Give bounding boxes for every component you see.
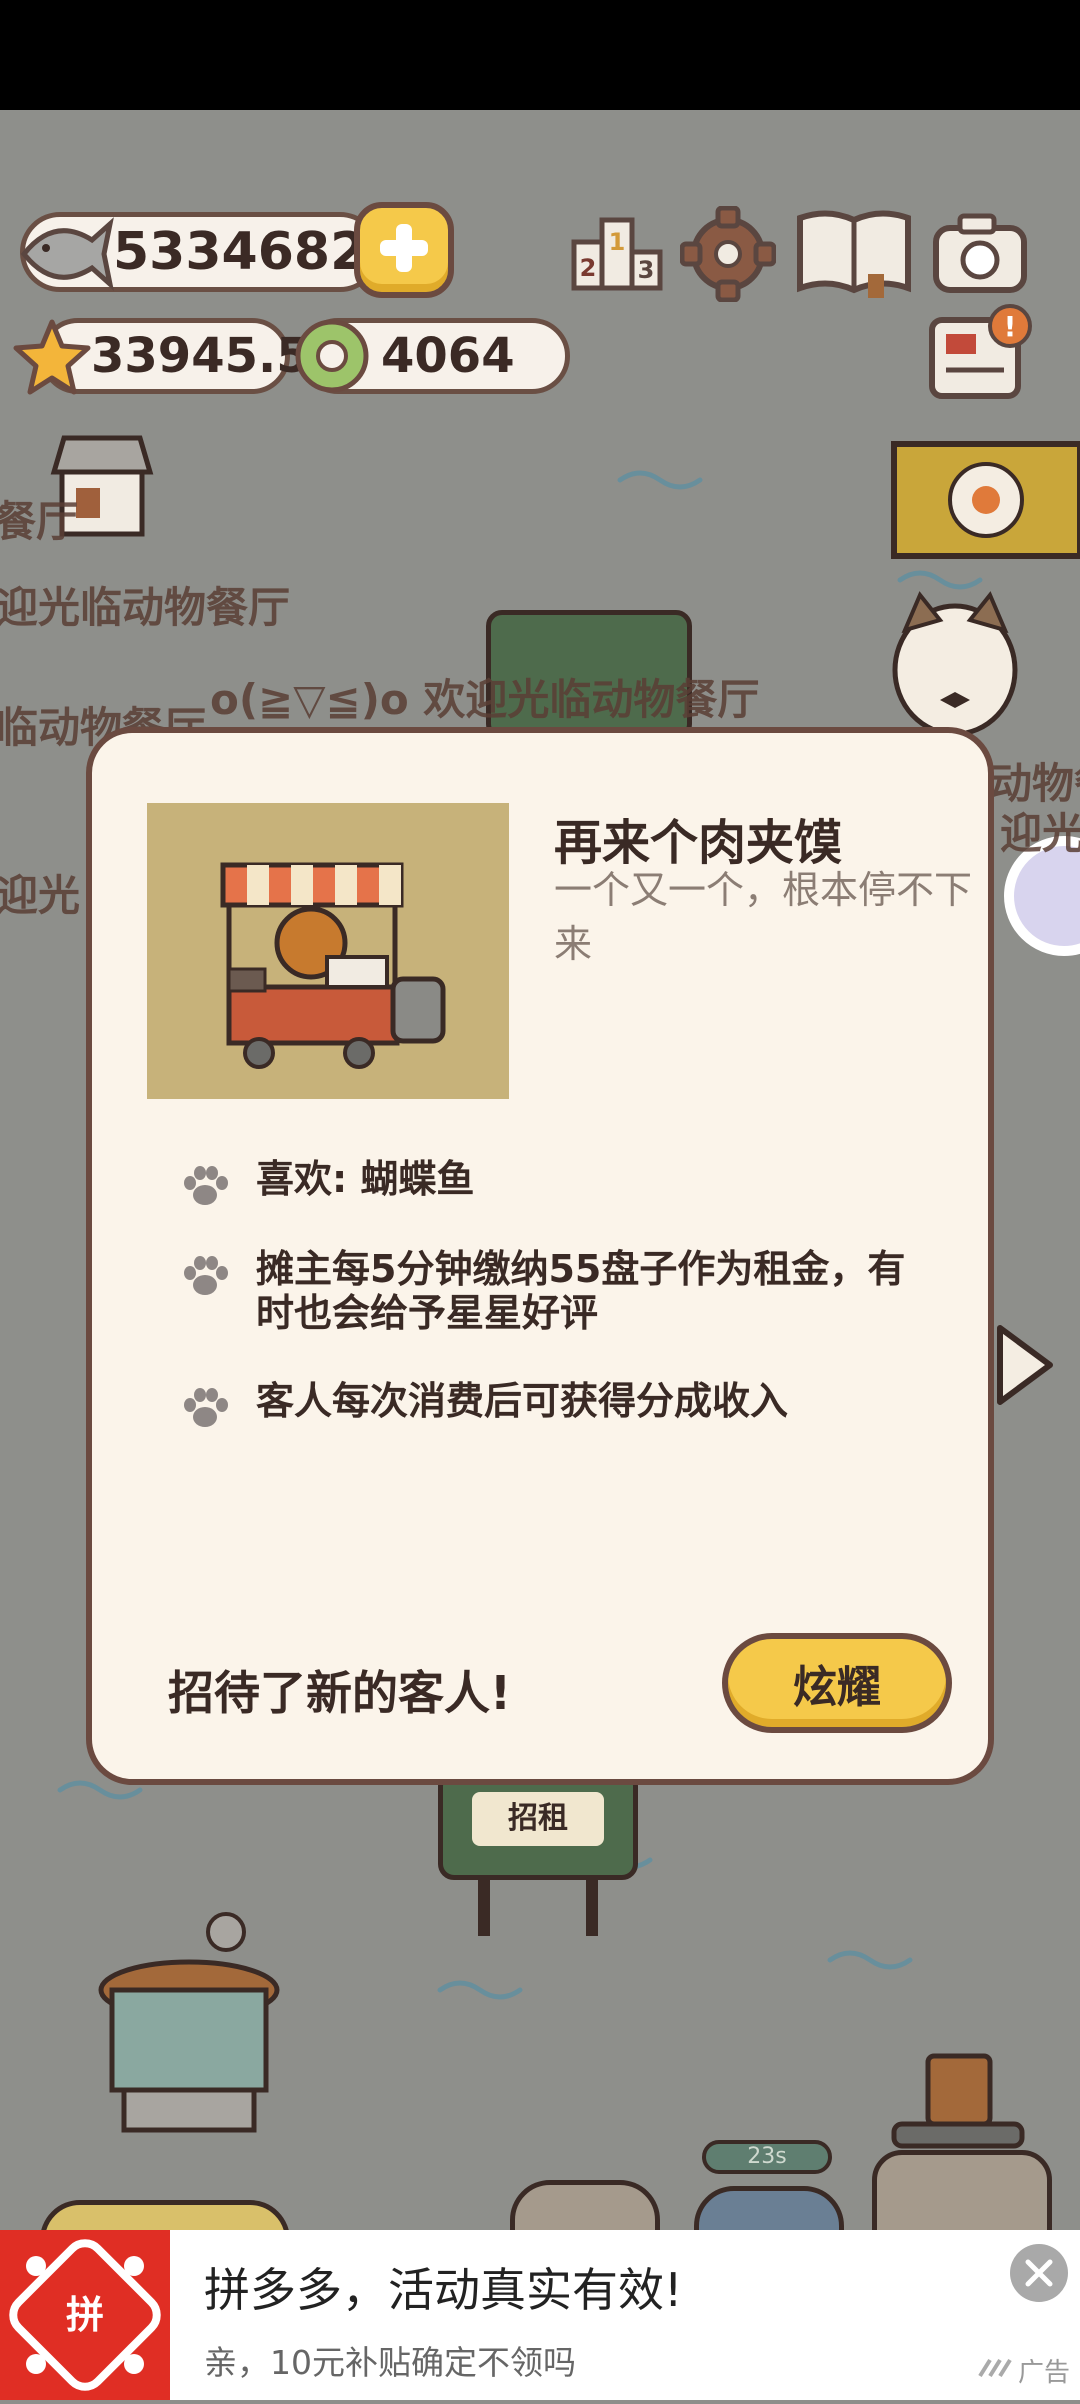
plus-icon [380, 224, 428, 272]
ad-subtitle[interactable]: 亲，10元补贴确定不领吗 [204, 2336, 576, 2384]
camera-icon[interactable] [930, 210, 1030, 296]
svg-text:3: 3 [638, 256, 655, 284]
ad-banner[interactable]: 拼 拼多多，活动真实有效! 亲，10元补贴确定不领吗 广告 [0, 2230, 1080, 2400]
bottom-item-1[interactable] [510, 2180, 660, 2230]
mail-notification-icon[interactable]: ! [926, 300, 1038, 404]
timer-badge: 23s [702, 2140, 832, 2174]
paw-icon [184, 1256, 228, 1295]
cooking-station[interactable] [94, 1910, 284, 2160]
logo-icon: 拼 [0, 2230, 170, 2400]
pinduoduo-logo: 拼 [0, 2230, 170, 2400]
new-guest-message: 招待了新的客人! [168, 1666, 511, 1720]
welcome-text-4: 迎光 [0, 871, 81, 920]
phone-station[interactable] [888, 2050, 1028, 2150]
right-arrow-icon[interactable] [990, 1320, 1060, 1410]
star-icon [13, 319, 91, 395]
coin-count: 4064 [381, 328, 515, 384]
settings-gear-icon[interactable] [680, 206, 776, 302]
fish-count: 5334682 [113, 222, 367, 282]
feature-text: 喜欢: 蝴蝶鱼 [256, 1157, 475, 1201]
leaderboard-icon[interactable]: 2 1 3 [570, 212, 664, 292]
svg-text:拼: 拼 [66, 2293, 104, 2337]
cat-character[interactable] [890, 590, 1020, 740]
feature-row: 客人每次消费后可获得分成收入 [180, 1379, 936, 1433]
coin-icon [295, 319, 369, 393]
star-count: 33945.5 [91, 328, 310, 384]
svg-text:!: ! [1004, 310, 1017, 343]
bottom-item-2[interactable] [694, 2186, 844, 2230]
food-stall-image [147, 803, 509, 1099]
rent-sign[interactable]: 招租 [438, 1770, 638, 1940]
status-bar [0, 0, 1080, 110]
lion-dance-banner[interactable] [890, 440, 1080, 560]
svg-text:1: 1 [609, 228, 626, 256]
svg-text:2: 2 [580, 254, 597, 282]
restaurant-label: 餐厅 [0, 497, 79, 546]
feature-text: 摊主每5分钟缴纳55盘子作为租金，有时也会给予星星好评 [256, 1247, 906, 1335]
new-guest-dialog: 再来个肉夹馍 一个又一个，根本停不下来 喜欢: 蝴蝶鱼 摊主每5分钟缴纳55盘子… [86, 727, 994, 1785]
welcome-text-6: 迎光临 [1000, 809, 1080, 858]
food-cart-illustration [220, 862, 446, 1069]
bottom-item-3[interactable] [872, 2150, 1052, 2230]
book-icon[interactable] [794, 206, 914, 300]
fish-icon [20, 217, 114, 291]
feature-text: 客人每次消费后可获得分成收入 [256, 1379, 789, 1423]
item-subtitle: 一个又一个，根本停不下来 [554, 868, 973, 966]
ad-close-button[interactable] [1010, 2244, 1068, 2302]
show-off-button[interactable]: 炫耀 [722, 1633, 952, 1733]
close-icon [1025, 2259, 1053, 2287]
welcome-text-1: 迎光临动物餐厅 [0, 583, 291, 632]
ad-mark-icon [978, 2358, 1012, 2378]
add-fish-button[interactable] [354, 202, 454, 298]
rent-sign-label: 招租 [472, 1792, 604, 1846]
paw-icon [184, 1388, 228, 1427]
ad-title[interactable]: 拼多多，活动真实有效! [204, 2254, 682, 2320]
bottom-item-4[interactable] [40, 2200, 290, 2230]
welcome-text-2: o(≧▽≦)o 欢迎光临动物餐厅 [210, 675, 760, 724]
feature-row: 喜欢: 蝴蝶鱼 [180, 1157, 936, 1211]
ad-label: 广告 [1018, 2358, 1071, 2388]
paw-icon [184, 1166, 228, 1205]
feature-row: 摊主每5分钟缴纳55盘子作为租金，有时也会给予星星好评 [180, 1247, 916, 1335]
